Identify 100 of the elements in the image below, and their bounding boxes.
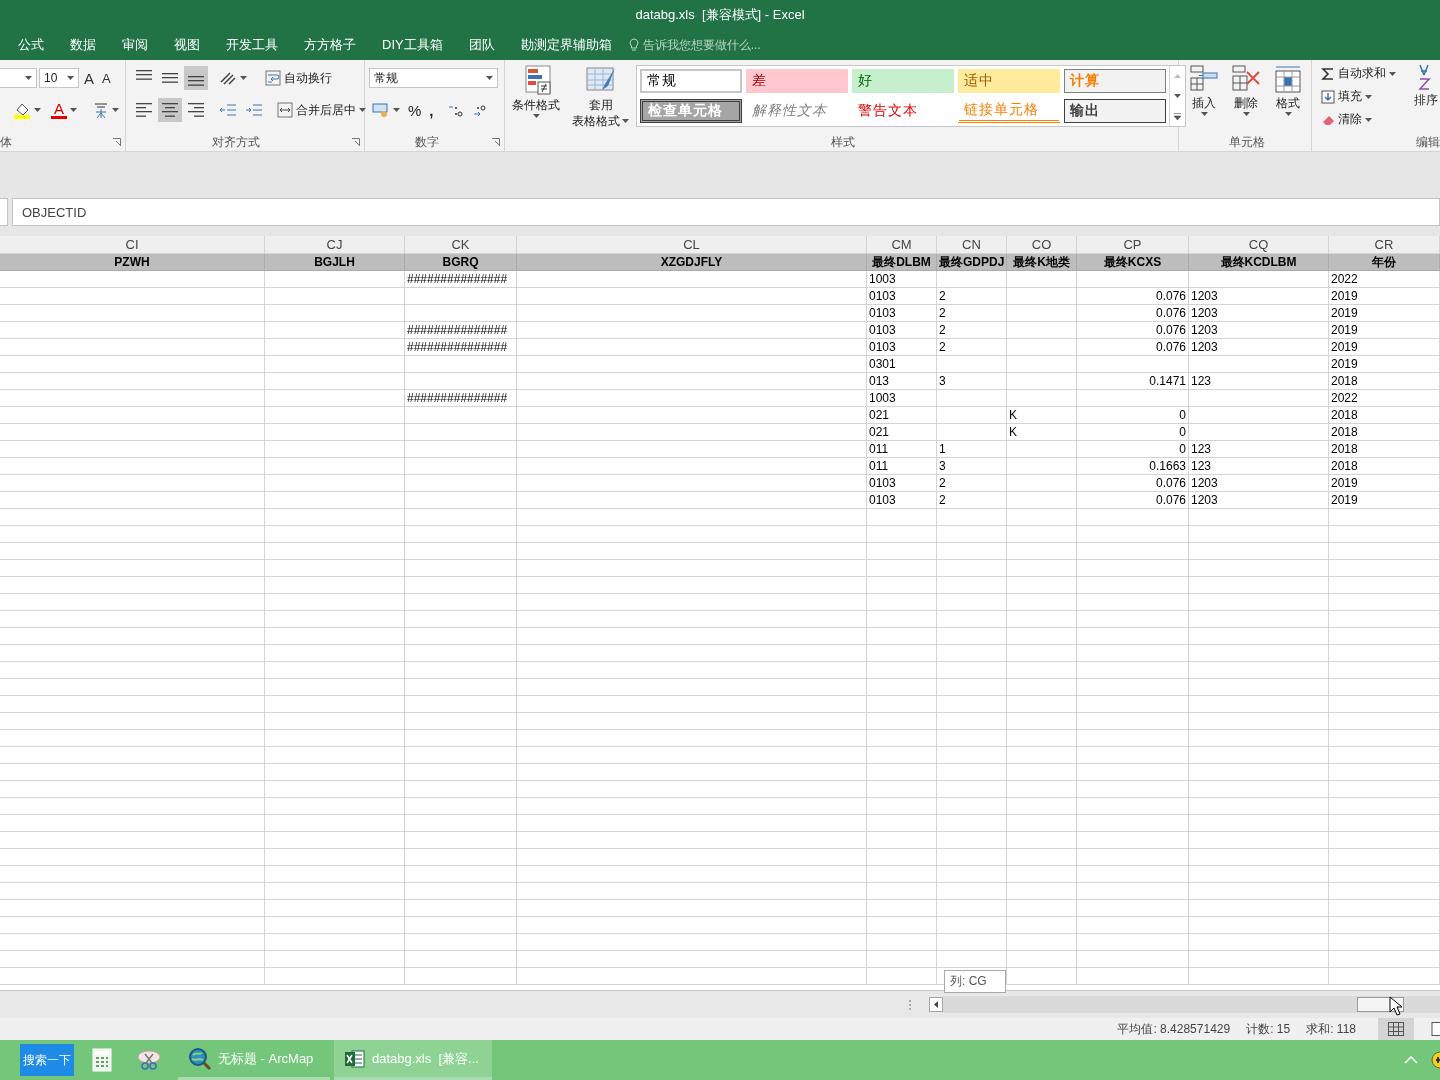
table-cell xyxy=(1007,730,1077,747)
editing-button[interactable]: 自动求和 xyxy=(1318,63,1410,84)
cells-button[interactable]: 删除 xyxy=(1225,64,1267,133)
table-cell xyxy=(937,781,1007,798)
font-color-button[interactable]: A xyxy=(48,98,80,122)
sort-button[interactable]: 排序 xyxy=(1410,63,1438,133)
table-cell: 2019 xyxy=(1329,475,1440,492)
cell-style[interactable]: 输出 xyxy=(1064,99,1166,123)
column-header[interactable]: CP xyxy=(1077,236,1189,254)
column-header[interactable]: CR xyxy=(1329,236,1440,254)
table-cell xyxy=(1007,662,1077,679)
column-header[interactable]: CJ xyxy=(265,236,405,254)
increase-indent-icon xyxy=(245,102,263,118)
menu-tab[interactable]: 团队 xyxy=(455,32,508,58)
editing-button[interactable]: 填充 xyxy=(1318,86,1410,107)
field-header-cell: 最终DLBM xyxy=(867,254,937,271)
menu-tab[interactable]: 方方格子 xyxy=(291,32,369,58)
table-cell: 2 xyxy=(937,492,1007,509)
normal-view-button[interactable] xyxy=(1378,1018,1414,1040)
table-cell: 2019 xyxy=(1329,305,1440,322)
cell-style[interactable]: 常规 xyxy=(640,69,742,93)
plus-badge-icon[interactable] xyxy=(1430,1051,1440,1069)
tell-me-field[interactable]: 告诉我您想要做什么... xyxy=(628,36,761,54)
table-cell xyxy=(937,526,1007,543)
table-cell xyxy=(867,832,937,849)
page-layout-icon[interactable] xyxy=(1430,1022,1440,1036)
column-header[interactable]: CO xyxy=(1007,236,1077,254)
table-cell: 011 xyxy=(867,441,937,458)
conditional-format-button[interactable]: 条件格式 xyxy=(507,64,565,133)
dialog-launcher-icon[interactable] xyxy=(352,138,360,146)
grow-font-button[interactable]: A xyxy=(81,66,97,90)
formula-field[interactable]: OBJECTID xyxy=(12,198,1440,226)
dialog-launcher-icon[interactable] xyxy=(492,138,500,146)
table-cell: 0103 xyxy=(867,475,937,492)
shrink-font-button[interactable]: A xyxy=(99,66,114,90)
font-size-dropdown[interactable]: 10 xyxy=(39,68,79,88)
column-header[interactable]: CK xyxy=(405,236,517,254)
table-cell xyxy=(867,628,937,645)
chevron-up-icon xyxy=(1174,74,1181,78)
number-format-dropdown[interactable]: 常规 xyxy=(369,68,498,88)
menu-tab[interactable]: 公式 xyxy=(5,32,57,58)
table-cell xyxy=(937,832,1007,849)
editing-button[interactable]: 清除 xyxy=(1318,109,1410,130)
table-cell xyxy=(1007,917,1077,934)
format-cells-icon xyxy=(1273,64,1303,94)
horizontal-scrollbar[interactable] xyxy=(943,996,1440,1013)
wrap-text-button[interactable]: 自动换行 xyxy=(262,66,335,90)
table-cell xyxy=(937,560,1007,577)
menu-tab[interactable]: 数据 xyxy=(57,32,109,58)
comma-button[interactable]: , xyxy=(426,98,437,122)
calculator-icon xyxy=(92,1048,112,1072)
cells-button[interactable]: 插入 xyxy=(1183,64,1225,133)
table-cell: 013 xyxy=(867,373,937,390)
align-lines-icon xyxy=(162,103,178,117)
table-cell xyxy=(937,271,1007,288)
cell-style[interactable]: 适中 xyxy=(958,69,1060,93)
cell-style[interactable]: 好 xyxy=(852,69,954,93)
menu-tab[interactable]: DIY工具箱 xyxy=(369,32,456,58)
table-cell xyxy=(1007,492,1077,509)
menu-tab[interactable]: 审阅 xyxy=(109,32,161,58)
field-header-cell: BGRQ xyxy=(405,254,517,271)
more-icon xyxy=(1174,112,1181,120)
table-cell: 2 xyxy=(937,288,1007,305)
cells-button[interactable]: 格式 xyxy=(1267,64,1309,133)
table-cell: 0.076 xyxy=(1077,322,1189,339)
bottom-align-button[interactable] xyxy=(184,66,208,90)
dialog-launcher-icon[interactable] xyxy=(113,138,121,146)
table-cell xyxy=(937,696,1007,713)
table-cell xyxy=(937,849,1007,866)
split-handle-icon[interactable] xyxy=(908,998,912,1011)
table-cell xyxy=(1007,611,1077,628)
menu-tab[interactable]: 勘测定界辅助箱 xyxy=(507,32,625,58)
font-name-dropdown[interactable] xyxy=(0,68,37,88)
column-header[interactable]: CI xyxy=(0,236,265,254)
table-cell xyxy=(937,611,1007,628)
scroll-left-button[interactable] xyxy=(929,997,943,1012)
column-header[interactable]: CM xyxy=(867,236,937,254)
column-header[interactable]: CN xyxy=(937,236,1007,254)
align-lines-icon xyxy=(188,76,204,86)
table-cell xyxy=(1007,560,1077,577)
percent-button[interactable]: % xyxy=(405,98,425,122)
menu-tab[interactable]: 视图 xyxy=(161,32,213,58)
table-cell xyxy=(937,713,1007,730)
menu-tab[interactable]: 开发工具 xyxy=(213,32,291,58)
center-align-button[interactable] xyxy=(158,98,182,122)
column-header[interactable]: CL xyxy=(517,236,867,254)
merge-center-button[interactable]: 合并后居中 xyxy=(274,98,369,122)
cell-style[interactable]: 差 xyxy=(746,69,848,93)
table-cell: 0.1663 xyxy=(1077,458,1189,475)
table-cell xyxy=(867,713,937,730)
table-cell xyxy=(1007,475,1077,492)
column-header[interactable]: CQ xyxy=(1189,236,1329,254)
table-cell xyxy=(937,390,1007,407)
decrease-decimal-icon xyxy=(471,102,488,118)
group-label: 数字 xyxy=(415,133,439,151)
search-button[interactable]: 搜索一下 xyxy=(20,1044,74,1076)
table-cell: 1203 xyxy=(1189,475,1329,492)
format-as-table-button[interactable]: 套用 表格格式 xyxy=(567,64,634,133)
table-cell xyxy=(1007,390,1077,407)
table-cell xyxy=(937,645,1007,662)
